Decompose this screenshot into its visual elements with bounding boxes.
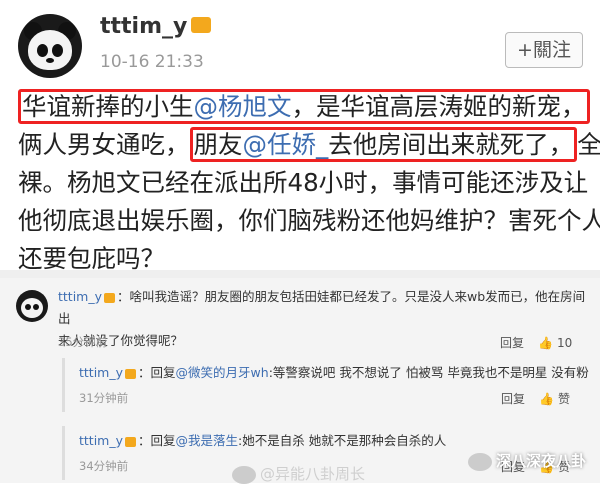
- highlight-box-1: 华谊新捧的小生@杨旭文，是华谊高层涛姬的新宠，: [18, 89, 590, 124]
- post-username[interactable]: tttim_y: [100, 14, 212, 39]
- post-body: 华谊新捧的小生@杨旭文，是华谊高层涛姬的新宠， 俩人男女通吃， 朋友@任娇_去他房…: [18, 88, 600, 278]
- vip-badge-icon: [125, 368, 137, 379]
- reply-mention[interactable]: @微笑的月牙wh: [176, 365, 269, 380]
- post-line2-pre: 俩人男女通吃，: [18, 130, 190, 159]
- watermark-logo-icon: [232, 465, 256, 484]
- reply-time: 31分钟前: [79, 391, 129, 405]
- vip-badge-icon: [125, 436, 137, 447]
- panda-face: [28, 30, 72, 70]
- post-time: 10-16 21:33: [100, 52, 204, 72]
- comment-time: 35分钟前: [58, 335, 108, 349]
- user-avatar[interactable]: [18, 14, 82, 78]
- panda-eye-right: [52, 44, 63, 57]
- vip-badge-icon: [191, 17, 212, 33]
- reply-button[interactable]: 回复: [500, 336, 524, 350]
- watermark-logo-icon: [468, 452, 492, 471]
- watermark-left: @异能八卦周长: [232, 463, 365, 484]
- reply-username[interactable]: tttim_y: [79, 433, 123, 448]
- post-line-2: 俩人男女通吃， 朋友@任娇_去他房间出来就死了，全: [18, 126, 600, 164]
- post-line2-post: 全: [577, 130, 600, 159]
- reply-username[interactable]: tttim_y: [79, 365, 123, 380]
- post-line-3: 裸。杨旭文已经在派出所48小时，事情可能还涉及让: [18, 168, 589, 197]
- weibo-post: tttim_y 10-16 21:33 +關注 华谊新捧的小生@杨旭文，是华谊高…: [0, 0, 600, 273]
- reply-text: tttim_y ：回复@我是落生:她不是自杀 她就不是那种会自杀的人: [79, 433, 447, 448]
- post-line2-hl-post: 去他房间出来就死了，: [328, 130, 574, 159]
- mention-link[interactable]: @杨旭文: [194, 92, 292, 121]
- comment-username[interactable]: tttim_y: [58, 289, 102, 304]
- mention-link[interactable]: @任娇_: [243, 130, 329, 159]
- post-line1-rest: 是华谊高层涛姬的新宠，: [316, 92, 586, 121]
- comment-1: tttim_y ：啥叫我造谣？朋友圈的朋友包括田娃都已经发了。只是没人来wb发而已…: [0, 282, 600, 354]
- vip-badge-icon: [104, 292, 116, 303]
- post-line1-mention-text: 华谊新捧的小生@杨旭文，: [22, 92, 316, 121]
- reply-mention[interactable]: @我是落生: [176, 433, 239, 448]
- reply-2: tttim_y ：回复@微笑的月牙wh:等警察说吧 我不想说了 怕被骂 毕竟我也不…: [62, 358, 600, 412]
- post-line2-hl-pre: 朋友: [193, 130, 243, 159]
- comments-section: tttim_y ：啥叫我造谣？朋友圈的朋友包括田娃都已经发了。只是没人来wb发而已…: [0, 278, 600, 484]
- comment-avatar[interactable]: [16, 290, 48, 322]
- follow-button[interactable]: +關注: [505, 32, 583, 68]
- post-line-1: 华谊新捧的小生@杨旭文，是华谊高层涛姬的新宠，: [18, 88, 590, 126]
- like-icon[interactable]: 👍: [539, 392, 554, 406]
- post-line-4: 他彻底退出娱乐圈，你们脑残粉还他妈维护？害死个人: [18, 206, 600, 235]
- like-label[interactable]: 赞: [558, 392, 570, 406]
- panda-eye-left: [37, 44, 48, 57]
- section-divider: [0, 270, 600, 278]
- highlight-box-2: 朋友@任娇_去他房间出来就死了，: [189, 127, 578, 162]
- reply-button[interactable]: 回复: [501, 392, 525, 406]
- panda-nose: [46, 58, 54, 63]
- reply-time: 34分钟前: [79, 459, 129, 473]
- watermark-right: 深八深夜八卦: [468, 450, 586, 471]
- like-count: 10: [556, 336, 573, 350]
- like-icon[interactable]: 👍: [538, 336, 553, 350]
- reply-actions: 回复 👍 赞: [501, 390, 570, 407]
- reply-text: tttim_y ：回复@微笑的月牙wh:等警察说吧 我不想说了 怕被骂 毕竟我也不…: [79, 365, 589, 380]
- comment-actions: 回复 👍 10: [500, 334, 572, 351]
